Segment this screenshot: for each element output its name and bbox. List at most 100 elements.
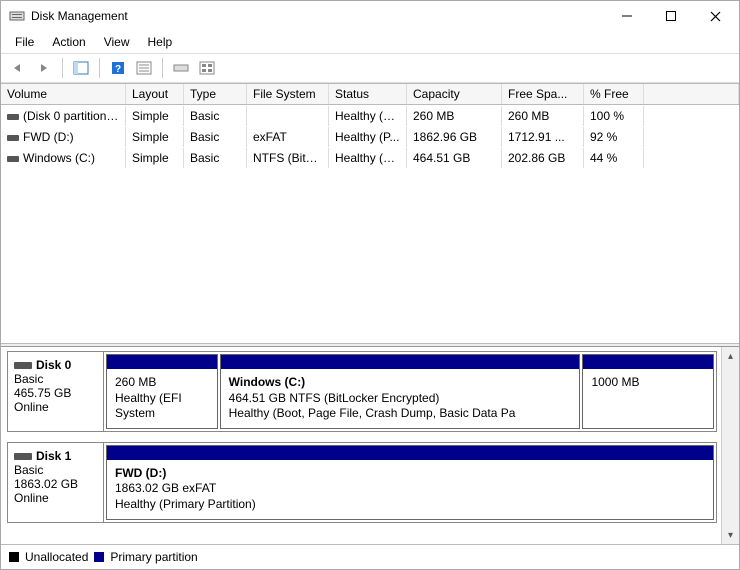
legend-label-unallocated: Unallocated bbox=[25, 550, 88, 564]
partition-detail: 1863.02 GB exFAT bbox=[115, 481, 705, 497]
partition[interactable]: 1000 MB bbox=[582, 354, 714, 429]
table-row[interactable]: Windows (C:)SimpleBasicNTFS (BitLo...Hea… bbox=[1, 147, 739, 168]
close-button[interactable] bbox=[693, 2, 737, 30]
disk-row: Disk 0Basic465.75 GBOnline260 MBHealthy … bbox=[7, 351, 717, 432]
drive-icon bbox=[7, 135, 19, 141]
partition-status: Healthy (EFI System bbox=[115, 391, 209, 422]
disk-map-pane: Disk 0Basic465.75 GBOnline260 MBHealthy … bbox=[1, 347, 739, 544]
partition-title: FWD (D:) bbox=[115, 466, 705, 482]
partition-detail: 1000 MB bbox=[591, 375, 705, 391]
partition[interactable]: 260 MBHealthy (EFI System bbox=[106, 354, 218, 429]
window-controls bbox=[605, 2, 737, 30]
toolbar: ? bbox=[1, 54, 739, 83]
column-percent-free[interactable]: % Free bbox=[584, 84, 644, 104]
column-layout[interactable]: Layout bbox=[126, 84, 184, 104]
menu-help[interactable]: Help bbox=[140, 33, 181, 51]
cell-status: Healthy (P... bbox=[329, 127, 407, 147]
maximize-button[interactable] bbox=[649, 2, 693, 30]
column-volume[interactable]: Volume bbox=[1, 84, 126, 104]
window-title: Disk Management bbox=[31, 9, 605, 23]
partition-title: Windows (C:) bbox=[229, 375, 572, 391]
partition-container: FWD (D:)1863.02 GB exFATHealthy (Primary… bbox=[104, 443, 716, 522]
cell-filesystem: exFAT bbox=[247, 127, 329, 147]
column-spacer bbox=[644, 84, 739, 104]
cell-capacity: 1862.96 GB bbox=[407, 127, 502, 147]
cell-percent: 44 % bbox=[584, 148, 644, 168]
cell-status: Healthy (B... bbox=[329, 148, 407, 168]
cell-free: 202.86 GB bbox=[502, 148, 584, 168]
disk-status: Online bbox=[14, 400, 97, 414]
column-free-space[interactable]: Free Spa... bbox=[502, 84, 584, 104]
disk-info[interactable]: Disk 0Basic465.75 GBOnline bbox=[8, 352, 104, 431]
column-type[interactable]: Type bbox=[184, 84, 247, 104]
cell-layout: Simple bbox=[126, 127, 184, 147]
menu-view[interactable]: View bbox=[96, 33, 138, 51]
column-capacity[interactable]: Capacity bbox=[407, 84, 502, 104]
disk-icon bbox=[14, 453, 32, 460]
disk-name: Disk 0 bbox=[36, 358, 71, 372]
column-filesystem[interactable]: File System bbox=[247, 84, 329, 104]
scroll-down-button[interactable]: ▾ bbox=[724, 528, 738, 542]
cell-type: Basic bbox=[184, 106, 247, 126]
disk-status: Online bbox=[14, 491, 97, 505]
cell-status: Healthy (E... bbox=[329, 106, 407, 126]
cell-layout: Simple bbox=[126, 148, 184, 168]
cell-free: 260 MB bbox=[502, 106, 584, 126]
cell-capacity: 260 MB bbox=[407, 106, 502, 126]
toolbar-drive-icon[interactable] bbox=[170, 57, 192, 79]
back-button[interactable] bbox=[7, 57, 29, 79]
legend-swatch-unallocated bbox=[9, 552, 19, 562]
partition-container: 260 MBHealthy (EFI SystemWindows (C:)464… bbox=[104, 352, 716, 431]
disk-name: Disk 1 bbox=[36, 449, 71, 463]
disk-type: Basic bbox=[14, 463, 97, 477]
cell-type: Basic bbox=[184, 148, 247, 168]
volume-table-header: Volume Layout Type File System Status Ca… bbox=[1, 83, 739, 105]
partition-color-bar bbox=[221, 355, 580, 369]
drive-icon bbox=[7, 156, 19, 162]
toolbar-separator bbox=[162, 58, 163, 78]
table-row[interactable]: (Disk 0 partition 1)SimpleBasicHealthy (… bbox=[1, 105, 739, 126]
partition-status: Healthy (Boot, Page File, Crash Dump, Ba… bbox=[229, 406, 572, 422]
menu-file[interactable]: File bbox=[7, 33, 42, 51]
disk-icon bbox=[14, 362, 32, 369]
app-icon bbox=[9, 8, 25, 24]
disk-info[interactable]: Disk 1Basic1863.02 GBOnline bbox=[8, 443, 104, 522]
partition-detail: 260 MB bbox=[115, 375, 209, 391]
toolbar-list-icon[interactable] bbox=[133, 57, 155, 79]
cell-type: Basic bbox=[184, 127, 247, 147]
scrollbar[interactable]: ▴ ▾ bbox=[721, 347, 739, 544]
disk-row: Disk 1Basic1863.02 GBOnlineFWD (D:)1863.… bbox=[7, 442, 717, 523]
partition[interactable]: Windows (C:)464.51 GB NTFS (BitLocker En… bbox=[220, 354, 581, 429]
volume-list-pane: Volume Layout Type File System Status Ca… bbox=[1, 83, 739, 343]
scroll-up-button[interactable]: ▴ bbox=[724, 349, 738, 363]
help-icon[interactable]: ? bbox=[107, 57, 129, 79]
svg-text:?: ? bbox=[115, 64, 121, 75]
toolbar-view-icon[interactable] bbox=[70, 57, 92, 79]
partition-detail: 464.51 GB NTFS (BitLocker Encrypted) bbox=[229, 391, 572, 407]
cell-filesystem bbox=[247, 106, 329, 126]
partition-status: Healthy (Primary Partition) bbox=[115, 497, 705, 513]
cell-free: 1712.91 ... bbox=[502, 127, 584, 147]
cell-volume: (Disk 0 partition 1) bbox=[1, 106, 126, 126]
titlebar: Disk Management bbox=[1, 1, 739, 31]
disk-type: Basic bbox=[14, 372, 97, 386]
cell-volume: Windows (C:) bbox=[1, 148, 126, 168]
column-status[interactable]: Status bbox=[329, 84, 407, 104]
legend: Unallocated Primary partition bbox=[1, 544, 739, 569]
legend-label-primary: Primary partition bbox=[110, 550, 197, 564]
disk-size: 1863.02 GB bbox=[14, 477, 97, 491]
cell-percent: 92 % bbox=[584, 127, 644, 147]
legend-swatch-primary bbox=[94, 552, 104, 562]
forward-button[interactable] bbox=[33, 57, 55, 79]
cell-capacity: 464.51 GB bbox=[407, 148, 502, 168]
partition-color-bar bbox=[583, 355, 713, 369]
volume-table-body: (Disk 0 partition 1)SimpleBasicHealthy (… bbox=[1, 105, 739, 343]
menu-action[interactable]: Action bbox=[44, 33, 93, 51]
disk-size: 465.75 GB bbox=[14, 386, 97, 400]
toolbar-settings-icon[interactable] bbox=[196, 57, 218, 79]
table-row[interactable]: FWD (D:)SimpleBasicexFATHealthy (P...186… bbox=[1, 126, 739, 147]
partition[interactable]: FWD (D:)1863.02 GB exFATHealthy (Primary… bbox=[106, 445, 714, 520]
toolbar-separator bbox=[99, 58, 100, 78]
minimize-button[interactable] bbox=[605, 2, 649, 30]
partition-color-bar bbox=[107, 355, 217, 369]
